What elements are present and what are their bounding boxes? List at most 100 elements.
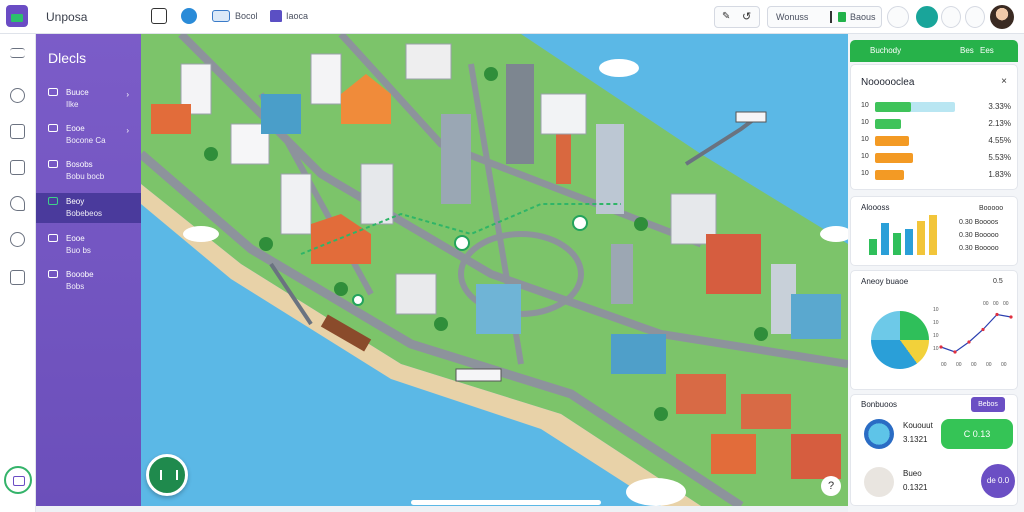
top-tick-label: 00 [993, 301, 999, 307]
app-logo[interactable] [6, 5, 28, 27]
help-button[interactable]: ? [821, 476, 841, 496]
contact-row[interactable]: Bueo 0.1321 de 0.0 [861, 457, 1015, 509]
folder-icon[interactable] [212, 10, 230, 22]
avatar[interactable] [990, 5, 1014, 29]
edit-history-group: ✎ ↺ [714, 6, 760, 28]
tower [596, 124, 624, 214]
folder-icon [48, 234, 58, 242]
audio-wave-button[interactable] [146, 454, 188, 496]
x-tick-label: 00 [941, 362, 947, 368]
sidebar-title: Dlecls [48, 50, 87, 66]
tree [754, 327, 768, 341]
contact-name: Kououut [903, 421, 933, 430]
map-pin-location[interactable] [352, 294, 364, 306]
sidebar-item-eooe[interactable]: Eooe Bocone Ca › [36, 120, 141, 150]
panel-header-tab[interactable]: Ees [980, 46, 994, 55]
folder-icon [48, 160, 58, 168]
card-value: 0.5 [993, 278, 1003, 285]
building [611, 334, 666, 374]
mini-bar-card: Aloooss Booooo 0.30 Boooos 0.30 Booooo 0… [850, 196, 1018, 266]
mini-bar [869, 239, 877, 255]
building [706, 234, 761, 294]
map-horizontal-scrollbar[interactable] [411, 500, 601, 505]
sidebar-item-label: Booobe [66, 270, 94, 279]
cloud [626, 478, 686, 506]
side-label: 0.30 Boooos [959, 219, 999, 226]
building [741, 394, 791, 429]
contact-action-button[interactable]: de 0.0 [981, 464, 1015, 498]
tool-icon[interactable] [10, 196, 25, 211]
boat [455, 368, 502, 382]
line-point [995, 312, 999, 317]
cloud-button[interactable] [887, 6, 909, 28]
bar-index: 10 [861, 153, 869, 160]
bar-value: 5.53% [988, 153, 1011, 162]
building [405, 43, 452, 80]
tab-bocol[interactable]: Bocol [235, 11, 258, 21]
bar-fill [875, 153, 914, 163]
side-label: 0.30 Booooo [959, 245, 999, 252]
sidebar-item-sub: Bocone Ca [66, 136, 106, 145]
grid-icon[interactable] [151, 8, 167, 24]
cube-icon[interactable] [10, 124, 25, 139]
bar-index: 10 [861, 119, 869, 126]
sidebar-item-buuce[interactable]: Buuce Ilke › [36, 84, 141, 114]
apple-icon[interactable] [10, 232, 25, 247]
close-icon[interactable]: × [1001, 76, 1007, 87]
bell-icon[interactable] [181, 8, 197, 24]
cloud [183, 226, 219, 242]
bar-fill [875, 102, 911, 112]
x-tick-label: 00 [1001, 362, 1007, 368]
bar-fill [875, 119, 902, 129]
link-icon[interactable] [10, 88, 25, 103]
home-icon[interactable] [270, 10, 282, 22]
notification-button[interactable] [965, 6, 985, 28]
tree [259, 237, 273, 251]
bar-fill [875, 170, 904, 180]
document-icon[interactable] [10, 270, 25, 285]
x-tick-label: 00 [971, 362, 977, 368]
check-icon [838, 12, 846, 22]
map-pin-location[interactable] [454, 235, 470, 251]
mini-bar [917, 221, 925, 255]
folder-icon [48, 197, 58, 205]
mini-bar-chart [869, 215, 949, 255]
home-icon[interactable] [10, 160, 25, 175]
line-point [1009, 315, 1013, 319]
menu-icon[interactable] [10, 48, 25, 58]
location-button[interactable] [916, 6, 938, 28]
panel-header-tab[interactable]: Bes [960, 46, 974, 55]
line-point [953, 350, 957, 354]
contact-action-button[interactable]: C 0.13 [941, 419, 1013, 449]
sidebar-item-eooe-2[interactable]: Eooe Buo bs [36, 230, 141, 260]
bar-index: 10 [861, 102, 869, 109]
x-tick-label: 00 [986, 362, 992, 368]
building [280, 173, 312, 235]
top-bar: Unposa Bocol Iaoca ✎ ↺ Wonuss Baous [0, 0, 1024, 34]
bar-row: 10 4.55% [861, 135, 1011, 147]
building [711, 434, 756, 474]
tab-iaoca[interactable]: Iaoca [286, 11, 308, 21]
tree [654, 407, 668, 421]
chart-card: Aneoy buaoe 0.5 10 10 10 10 00 00 00 00 00 00 00 00 [850, 270, 1018, 390]
contact-row[interactable]: Kououut 3.1321 C 0.13 [861, 409, 1013, 461]
building [791, 294, 841, 339]
progress-card: Noooooclea × 10 3.33% 10 2.13% 10 4.55% 10 5.53… [850, 64, 1018, 190]
sidebar-item-bosobs[interactable]: Bosobs Bobu bocb [36, 156, 141, 186]
app-title: Unposa [46, 10, 88, 24]
side-label: 0.30 Booooo [959, 232, 999, 239]
city-map-view[interactable]: ? [141, 34, 848, 506]
tree [334, 282, 348, 296]
map-pin-location[interactable] [572, 215, 588, 231]
building [540, 93, 587, 135]
sidebar-item-booobe[interactable]: Booobe Bobs [36, 266, 141, 296]
profile-button[interactable] [941, 6, 961, 28]
sidebar-item-sub: Bobs [66, 282, 85, 291]
history-icon[interactable]: ↺ [742, 10, 751, 23]
sidebar-item-beoy[interactable]: Beoy Bobebeos [36, 193, 141, 223]
building [676, 374, 726, 414]
chat-button[interactable] [4, 466, 32, 494]
tree [634, 217, 648, 231]
bar-value: 4.55% [988, 136, 1011, 145]
pen-icon[interactable]: ✎ [722, 11, 730, 22]
